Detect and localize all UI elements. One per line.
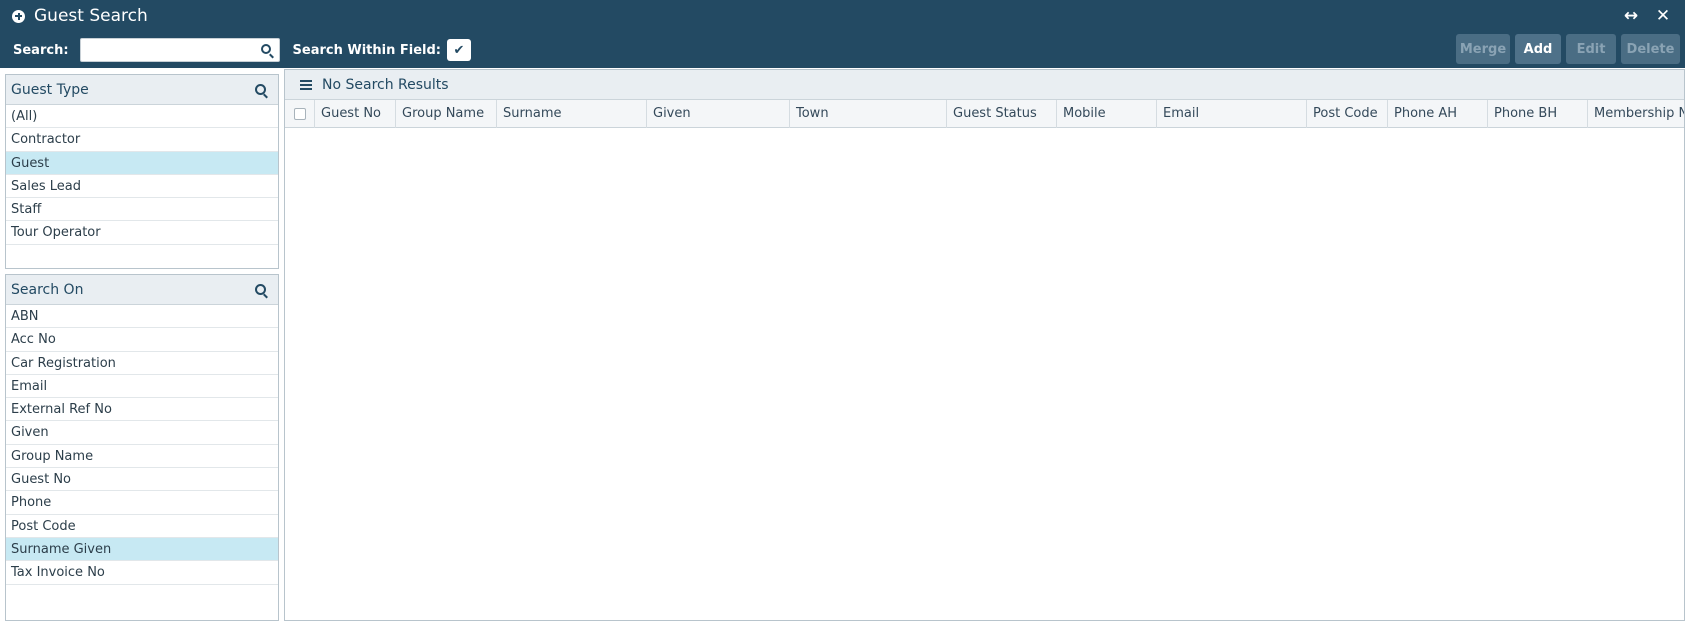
search-within-field-checkbox[interactable]: ✔	[447, 39, 471, 61]
search-row: Search: Search Within Field: ✔	[13, 37, 471, 63]
search-on-header: Search On	[6, 275, 278, 305]
guest-type-header: Guest Type	[6, 75, 278, 105]
search-on-item[interactable]: External Ref No	[6, 398, 278, 422]
results-header: No Search Results	[285, 70, 1684, 100]
search-box	[79, 38, 280, 62]
search-input[interactable]	[80, 39, 251, 61]
search-label: Search:	[13, 42, 69, 58]
search-on-item[interactable]: Surname Given	[6, 537, 278, 562]
search-on-item[interactable]: Given	[6, 421, 278, 445]
column-header[interactable]: Email	[1156, 100, 1306, 128]
search-on-panel: Search On ABN Acc No Car Registration Em…	[5, 274, 279, 621]
search-on-item[interactable]: Email	[6, 375, 278, 399]
search-on-item[interactable]: Car Registration	[6, 352, 278, 375]
column-header[interactable]: Mobile	[1056, 100, 1156, 128]
column-header[interactable]: Group Name	[395, 100, 496, 128]
select-all-checkbox[interactable]	[294, 108, 306, 120]
checkmark-icon: ✔	[453, 42, 465, 58]
expand-icon[interactable]: ↔	[1621, 5, 1641, 27]
search-on-item[interactable]: Tax Invoice No	[6, 561, 278, 585]
window-title: Guest Search	[34, 6, 148, 26]
add-button[interactable]: Add	[1515, 34, 1561, 64]
column-header[interactable]: Surname	[496, 100, 646, 128]
column-header[interactable]: Given	[646, 100, 789, 128]
title-bar: Guest Search	[12, 5, 148, 27]
search-icon[interactable]	[255, 284, 266, 295]
search-within-field-label: Search Within Field:	[292, 42, 441, 58]
search-on-item[interactable]: Group Name	[6, 445, 278, 469]
guest-type-title: Guest Type	[11, 81, 89, 98]
guest-type-item[interactable]: Contractor	[6, 128, 278, 152]
search-on-item[interactable]: Acc No	[6, 328, 278, 352]
column-header[interactable]: Town	[789, 100, 946, 128]
column-header[interactable]: Post Code	[1306, 100, 1387, 128]
plus-circle-icon[interactable]	[12, 9, 25, 23]
column-header[interactable]: Phone BH	[1487, 100, 1587, 128]
search-on-list: ABN Acc No Car Registration Email Extern…	[6, 305, 278, 585]
search-on-title: Search On	[11, 281, 84, 298]
guest-type-list: (All) Contractor Guest Sales Lead Staff …	[6, 105, 278, 245]
column-header[interactable]: Membership No	[1587, 100, 1684, 128]
action-buttons: Merge Add Edit Delete	[1456, 34, 1680, 64]
search-on-item[interactable]: Post Code	[6, 515, 278, 538]
menu-icon[interactable]	[300, 79, 312, 90]
merge-button[interactable]: Merge	[1456, 34, 1510, 64]
guest-type-item[interactable]: Tour Operator	[6, 221, 278, 245]
search-on-item[interactable]: Guest No	[6, 468, 278, 492]
guest-type-item[interactable]: Sales Lead	[6, 175, 278, 199]
search-on-item[interactable]: ABN	[6, 305, 278, 329]
search-icon[interactable]	[260, 44, 271, 54]
close-icon[interactable]: ✕	[1653, 5, 1673, 27]
column-header[interactable]: Guest Status	[946, 100, 1056, 128]
edit-button[interactable]: Edit	[1566, 34, 1616, 64]
column-header[interactable]: Phone AH	[1387, 100, 1487, 128]
delete-button[interactable]: Delete	[1621, 34, 1680, 64]
results-title: No Search Results	[322, 76, 449, 93]
guest-type-item[interactable]: Guest	[6, 151, 278, 175]
results-panel: No Search Results Guest No Group Name Su…	[284, 69, 1685, 621]
window-header: Guest Search ↔ ✕ Search: Search Within F…	[0, 0, 1685, 68]
column-header[interactable]: Guest No	[314, 100, 395, 128]
guest-type-panel: Guest Type (All) Contractor Guest Sales …	[5, 74, 279, 269]
search-icon[interactable]	[255, 84, 266, 95]
guest-type-item[interactable]: Staff	[6, 198, 278, 222]
guest-type-item[interactable]: (All)	[6, 105, 278, 129]
results-column-headers: Guest No Group Name Surname Given Town G…	[285, 100, 1684, 128]
search-on-item[interactable]: Phone	[6, 491, 278, 515]
